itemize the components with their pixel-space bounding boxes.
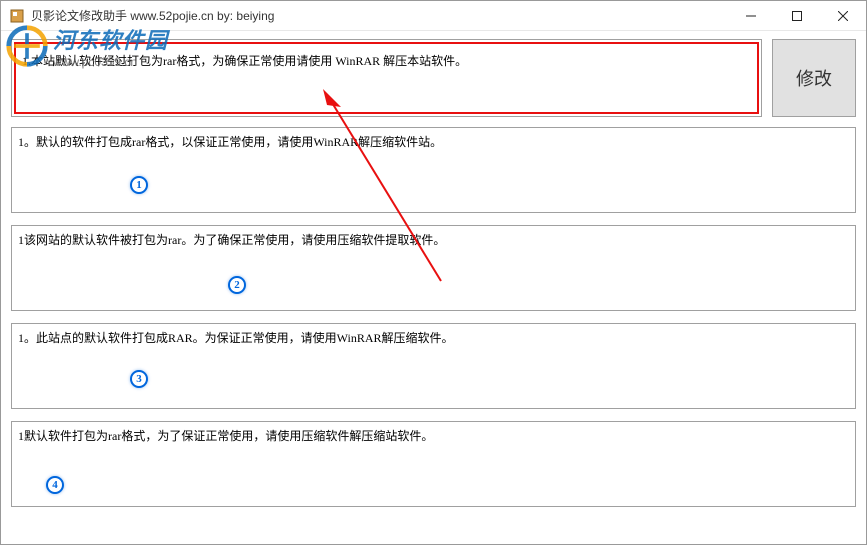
window-controls	[728, 1, 866, 31]
result-box-2[interactable]: 1该网站的默认软件被打包为rar。为了确保正常使用，请使用压缩软件提取软件。 2	[11, 225, 856, 311]
maximize-button[interactable]	[774, 1, 820, 31]
annotation-badge-2: 2	[228, 276, 246, 294]
result-box-3[interactable]: 1。此站点的默认软件打包成RAR。为保证正常使用，请使用WinRAR解压缩软件。…	[11, 323, 856, 409]
minimize-button[interactable]	[728, 1, 774, 31]
window-title: 贝影论文修改助手 www.52pojie.cn by: beiying	[31, 7, 728, 24]
result-text: 1该网站的默认软件被打包为rar。为了确保正常使用，请使用压缩软件提取软件。	[18, 232, 849, 249]
client-area: 1.本站默认软件经过打包为rar格式，为确保正常使用请使用 WinRAR 解压本…	[1, 31, 866, 527]
annotation-badge-1: 1	[130, 176, 148, 194]
result-box-4[interactable]: 1默认软件打包为rar格式，为了保证正常使用，请使用压缩软件解压缩站软件。 4	[11, 421, 856, 507]
result-text: 1。此站点的默认软件打包成RAR。为保证正常使用，请使用WinRAR解压缩软件。	[18, 330, 849, 347]
annotation-badge-3: 3	[130, 370, 148, 388]
close-button[interactable]	[820, 1, 866, 31]
title-bar: 贝影论文修改助手 www.52pojie.cn by: beiying	[1, 1, 866, 31]
input-textbox[interactable]: 1.本站默认软件经过打包为rar格式，为确保正常使用请使用 WinRAR 解压本…	[11, 39, 762, 117]
modify-button-label: 修改	[796, 65, 832, 91]
modify-button[interactable]: 修改	[772, 39, 856, 117]
result-text: 1。默认的软件打包成rar格式，以保证正常使用，请使用WinRAR解压缩软件站。	[18, 134, 849, 151]
annotation-badge-4: 4	[46, 476, 64, 494]
input-text-content: 1.本站默认软件经过打包为rar格式，为确保正常使用请使用 WinRAR 解压本…	[14, 42, 759, 114]
result-box-1[interactable]: 1。默认的软件打包成rar格式，以保证正常使用，请使用WinRAR解压缩软件站。…	[11, 127, 856, 213]
app-icon	[9, 8, 25, 24]
result-text: 1默认软件打包为rar格式，为了保证正常使用，请使用压缩软件解压缩站软件。	[18, 428, 849, 445]
